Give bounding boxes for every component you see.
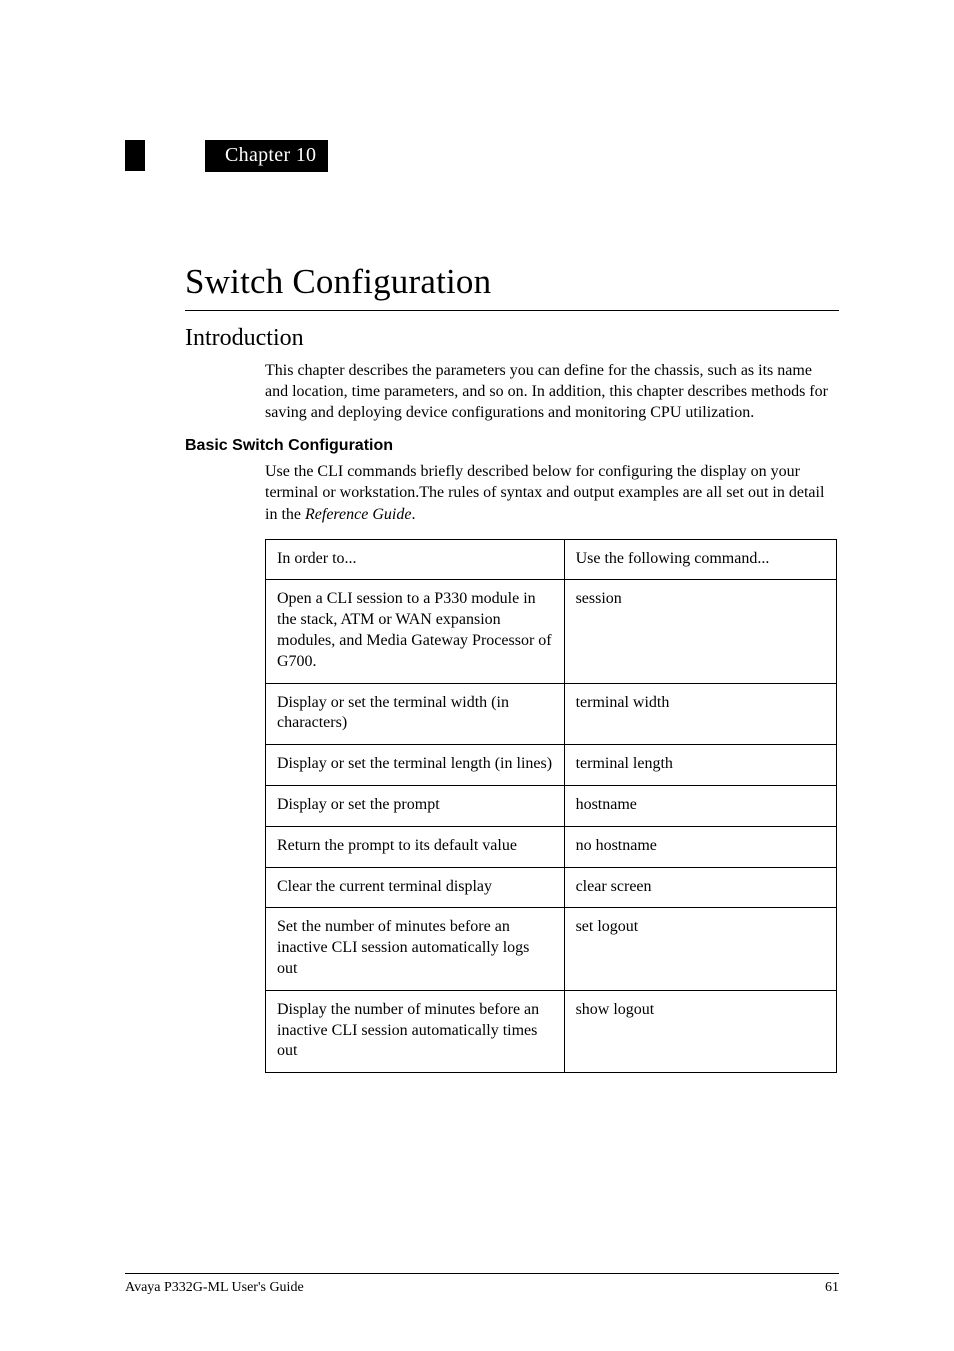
- table-row: Display the number of minutes before an …: [266, 990, 837, 1072]
- table-row: Display or set the prompt hostname: [266, 786, 837, 827]
- table-row: Set the number of minutes before an inac…: [266, 908, 837, 990]
- table-cell-right: terminal width: [564, 683, 836, 745]
- chapter-tag: Chapter 10: [205, 140, 328, 172]
- table-cell-right: show logout: [564, 990, 836, 1072]
- table-cell-left: Clear the current terminal display: [266, 867, 565, 908]
- table-cell-left: Open a CLI session to a P330 module in t…: [266, 580, 565, 683]
- footer-right: 61: [825, 1280, 839, 1296]
- table-row: Open a CLI session to a P330 module in t…: [266, 580, 837, 683]
- section-heading: Introduction: [185, 325, 839, 352]
- chapter-row: Chapter 10: [125, 140, 839, 172]
- footer-left: Avaya P332G-ML User's Guide: [125, 1280, 304, 1296]
- table-header-left: In order to...: [266, 539, 565, 580]
- table-cell-left: Display the number of minutes before an …: [266, 990, 565, 1072]
- sub-paragraph-italic: Reference Guide: [305, 506, 411, 523]
- table-row: Clear the current terminal display clear…: [266, 867, 837, 908]
- title-rule: [185, 310, 839, 311]
- table-cell-right: no hostname: [564, 826, 836, 867]
- page-footer: Avaya P332G-ML User's Guide 61: [125, 1273, 839, 1296]
- table-cell-left: Display or set the terminal width (in ch…: [266, 683, 565, 745]
- intro-paragraph: This chapter describes the parameters yo…: [265, 360, 837, 423]
- chapter-tag-stub: [125, 140, 145, 171]
- table-cell-left: Return the prompt to its default value: [266, 826, 565, 867]
- table-row: Display or set the terminal length (in l…: [266, 745, 837, 786]
- table-cell-right: session: [564, 580, 836, 683]
- table-header-right: Use the following command...: [564, 539, 836, 580]
- page-title: Switch Configuration: [185, 262, 839, 302]
- table-row: Display or set the terminal width (in ch…: [266, 683, 837, 745]
- table-header-row: In order to... Use the following command…: [266, 539, 837, 580]
- subheading: Basic Switch Configuration: [185, 437, 839, 455]
- table-cell-left: Display or set the prompt: [266, 786, 565, 827]
- table-row: Return the prompt to its default value n…: [266, 826, 837, 867]
- table-cell-left: Display or set the terminal length (in l…: [266, 745, 565, 786]
- sub-paragraph: Use the CLI commands briefly described b…: [265, 461, 837, 524]
- page: Chapter 10 Switch Configuration Introduc…: [0, 0, 954, 1351]
- table-cell-right: hostname: [564, 786, 836, 827]
- table-cell-right: clear screen: [564, 867, 836, 908]
- table-cell-left: Set the number of minutes before an inac…: [266, 908, 565, 990]
- table-cell-right: set logout: [564, 908, 836, 990]
- command-table: In order to... Use the following command…: [265, 539, 837, 1074]
- table-cell-right: terminal length: [564, 745, 836, 786]
- sub-paragraph-post: .: [411, 506, 415, 523]
